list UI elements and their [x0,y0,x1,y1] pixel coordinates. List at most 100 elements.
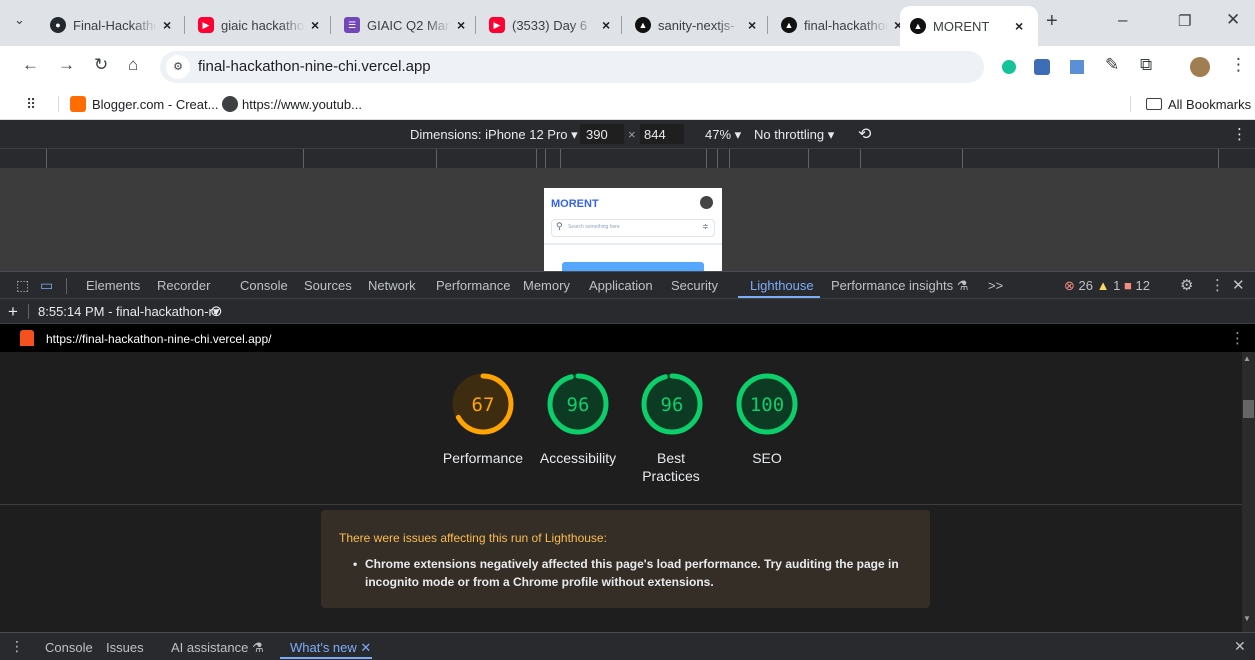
score-value: 67 [472,394,495,416]
close-drawer-icon[interactable]: ✕ [1234,638,1246,655]
github-icon: ● [50,17,66,33]
browser-tab-4[interactable]: ▶ (3533) Day 6 × [479,8,620,42]
close-icon: ✕ [360,640,372,655]
grammarly-icon[interactable] [1002,60,1016,74]
settings-gear-icon[interactable]: ⚙ [1180,276,1193,294]
extension-icon[interactable] [1070,60,1084,74]
lighthouse-icon [20,330,34,346]
browser-tab-strip: ⌄ ● Final-Hackathon × ▶ giaic hackathon … [0,0,1255,46]
more-options-icon[interactable]: ⋮ [1232,125,1247,143]
browser-tab-6[interactable]: ▲ final-hackathon × [771,8,912,42]
bookmarks-bar: ⠿ Blogger.com - Creat... https://www.you… [0,88,1255,120]
tab-application[interactable]: Application [589,278,653,293]
tab-memory[interactable]: Memory [523,278,570,293]
warning-box: There were issues affecting this run of … [321,510,930,608]
close-icon[interactable]: × [748,17,756,33]
eyedropper-icon[interactable]: ✎ [1105,55,1119,75]
score-value: 100 [750,394,784,416]
height-input[interactable]: 844 [640,124,684,144]
site-info-icon[interactable]: ⚙ [166,55,190,79]
search-icon: ⚲ [556,221,563,231]
error-icon: ⊗ [1064,278,1075,293]
sheets-icon: ☰ [344,17,360,33]
avatar[interactable] [1190,57,1210,77]
new-tab-button[interactable]: + [1046,10,1058,33]
score-gauge-best-practices[interactable]: 96 [640,372,704,441]
more-tabs-button[interactable]: >> [988,278,1003,293]
throttling-select[interactable]: No throttling ▾ [754,127,834,143]
tab-search-icon[interactable]: ⌄ [14,12,25,28]
minimize-icon[interactable]: – [1118,10,1127,30]
tab-network[interactable]: Network [368,278,416,293]
flask-icon: ⚗ [251,640,264,655]
all-bookmarks[interactable]: All Bookmarks [1168,97,1251,112]
device-select[interactable]: Dimensions: iPhone 12 Pro ▾ [410,127,578,143]
reload-icon[interactable]: ↻ [94,55,108,75]
report-url[interactable]: https://final-hackathon-nine-chi.vercel.… [46,332,271,346]
score-gauge-performance[interactable]: 67 [451,372,515,441]
filter-icon[interactable]: ≑ [702,222,709,231]
forward-icon[interactable]: → [58,55,75,75]
close-icon[interactable]: × [311,17,319,33]
close-icon[interactable]: × [602,17,610,33]
browser-tab-1[interactable]: ● Final-Hackathon × [40,8,181,42]
close-icon[interactable]: × [457,17,465,33]
error-count[interactable]: ⊗ 26 ▲ 1 ■ 12 [1064,278,1150,294]
clear-icon[interactable]: ⊘ [210,302,223,320]
extension-icon[interactable] [1034,59,1050,75]
close-window-icon[interactable]: ✕ [1226,10,1240,30]
score-value: 96 [661,394,684,416]
report-select[interactable]: 8:55:14 PM - final-hackathon-r▾ [38,304,219,320]
avatar [700,196,713,209]
tab-security[interactable]: Security [671,278,718,293]
drawer-menu-icon[interactable]: ⋮ [10,638,24,655]
extensions-icon[interactable]: ⧉ [1140,55,1152,75]
tab-console[interactable]: Console [240,278,288,293]
drawer-tab-console[interactable]: Console [45,640,93,655]
report-url-bar: https://final-hackathon-nine-chi.vercel.… [0,324,1255,352]
search-input[interactable]: ⚲ Search something here ≑ [551,219,715,237]
address-bar[interactable]: ⚙ final-hackathon-nine-chi.vercel.app [160,51,984,83]
restore-icon[interactable]: ❐ [1178,12,1191,30]
tab-elements[interactable]: Elements [86,278,140,293]
apps-icon[interactable]: ⠿ [26,96,36,113]
score-gauge-seo[interactable]: 100 [735,372,799,441]
browser-tab-2[interactable]: ▶ giaic hackathon × [188,8,329,42]
browser-tab-3[interactable]: ☰ GIAIC Q2 Marks × [334,8,475,42]
vercel-icon: ▲ [635,17,651,33]
tab-lighthouse[interactable]: Lighthouse [750,278,814,293]
tab-sources[interactable]: Sources [304,278,352,293]
score-gauge-accessibility[interactable]: 96 [546,372,610,441]
menu-icon[interactable]: ⋮ [1230,55,1247,75]
device-toggle-icon[interactable]: ▭ [40,277,53,294]
close-devtools-icon[interactable]: ✕ [1232,276,1245,294]
more-options-icon[interactable]: ⋮ [1210,276,1225,294]
browser-tab-active[interactable]: ▲ MORENT × [900,6,1038,46]
drawer-tab-issues[interactable]: Issues [106,640,144,655]
tab-performance-insights[interactable]: Performance insights ⚗ [831,278,968,294]
drawer-tab-whats-new[interactable]: What's new ✕ [290,640,371,656]
phone-preview[interactable]: MORENT ⚲ Search something here ≑ [544,188,722,271]
vercel-icon: ▲ [910,18,926,34]
scrollbar[interactable]: ▲ ▼ [1242,352,1255,632]
width-input[interactable]: 390 [580,124,624,144]
browser-tab-5[interactable]: ▲ sanity-nextjs- × [625,8,766,42]
drawer-tab-ai-assistance[interactable]: AI assistance ⚗ [171,640,264,656]
report-menu-icon[interactable]: ⋮ [1230,329,1245,347]
zoom-select[interactable]: 47% ▾ [705,127,741,143]
address-text[interactable]: final-hackathon-nine-chi.vercel.app [198,58,431,75]
youtube-icon: ▶ [198,17,214,33]
warning-item: • Chrome extensions negatively affected t… [353,557,899,589]
close-icon[interactable]: × [1015,18,1023,34]
close-icon[interactable]: × [163,17,171,33]
new-report-icon[interactable]: + [8,302,18,322]
back-icon[interactable]: ← [22,55,39,75]
tab-performance[interactable]: Performance [436,278,510,293]
inspect-icon[interactable]: ⬚ [16,277,29,294]
rotate-icon[interactable]: ⟲ [858,124,871,144]
bookmark-youtube[interactable]: https://www.youtub... [242,97,362,112]
home-icon[interactable]: ⌂ [128,55,138,75]
bookmark-blogger[interactable]: Blogger.com - Creat... [92,97,218,112]
tab-recorder[interactable]: Recorder [157,278,210,293]
search-placeholder: Search something here [568,224,620,230]
